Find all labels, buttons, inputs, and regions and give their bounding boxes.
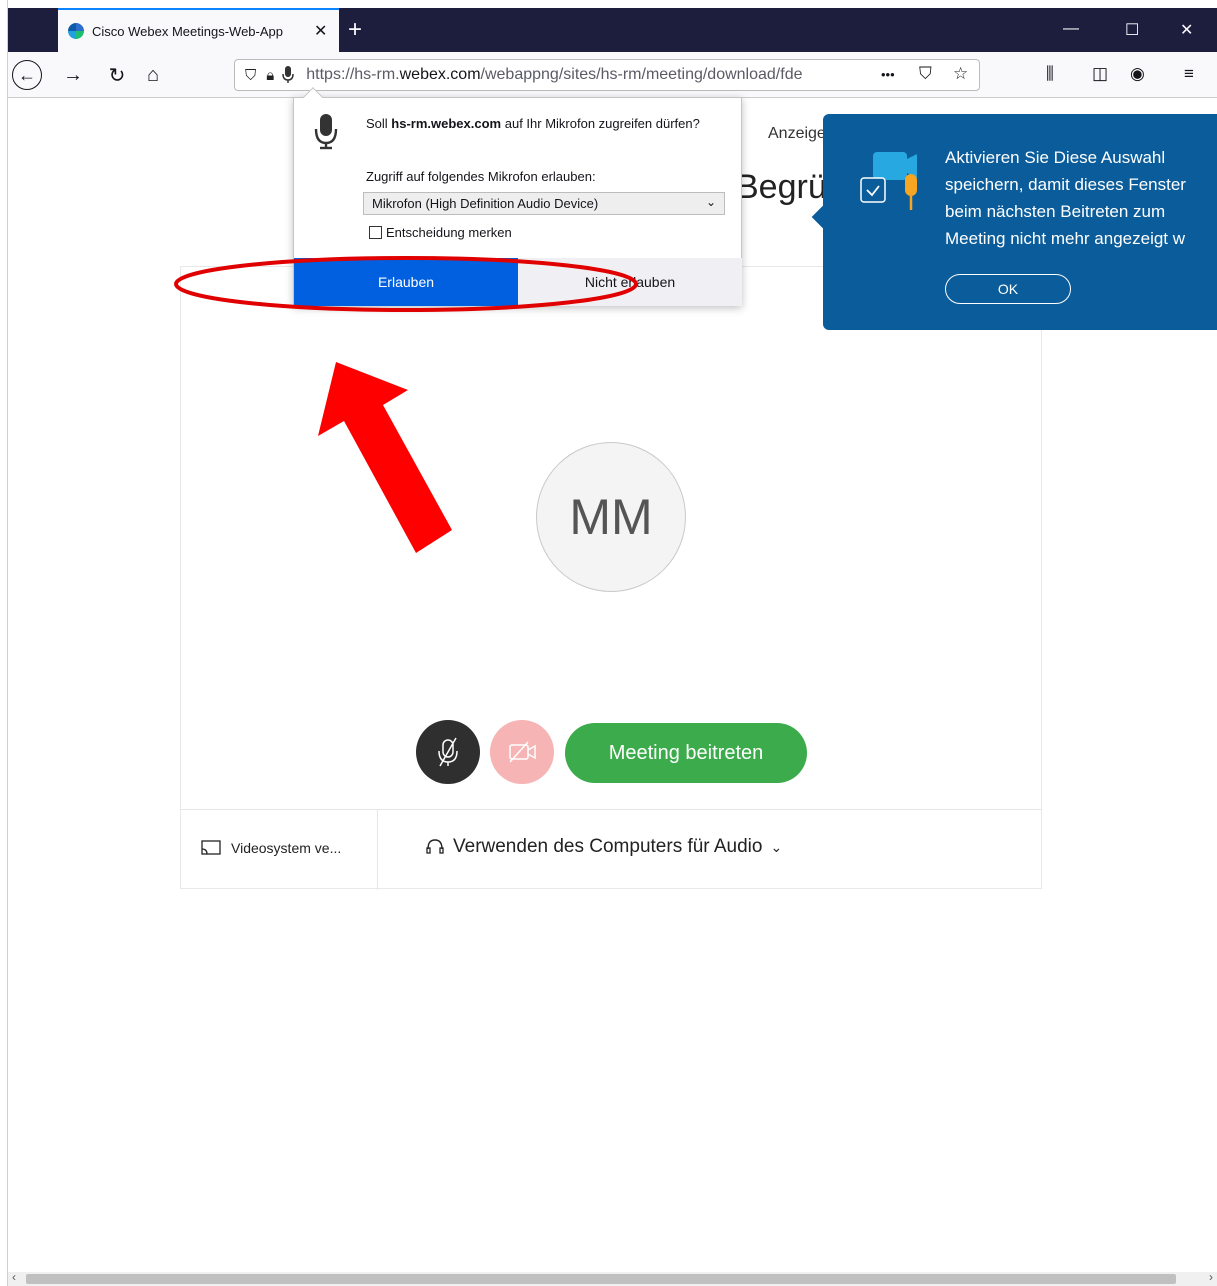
remember-choice-tip: Aktivieren Sie Diese Auswahl speichern, … xyxy=(811,114,1217,330)
tab-close-icon[interactable]: ✕ xyxy=(314,21,327,41)
library-icon[interactable]: ⫼ xyxy=(1046,64,1054,84)
footer-divider xyxy=(377,810,378,890)
bookmark-star-icon[interactable]: ☆ xyxy=(953,64,968,84)
permission-question: Soll hs-rm.webex.com auf Ihr Mikrofon zu… xyxy=(366,116,700,131)
arrow-right-icon: → xyxy=(63,63,83,86)
microphone-permission-icon[interactable] xyxy=(282,66,294,84)
remember-decision-label: Entscheidung merken xyxy=(386,225,512,240)
join-meeting-button[interactable]: Meeting beitreten xyxy=(565,723,807,783)
video-system-label: Videosystem ve... xyxy=(231,840,342,856)
deny-button[interactable]: Nicht erlauben xyxy=(518,258,742,306)
microphone-select[interactable]: Mikrofon (High Definition Audio Device) … xyxy=(363,192,725,215)
account-icon[interactable]: ◉ xyxy=(1130,64,1145,84)
shield-icon[interactable]: ⛉ xyxy=(245,67,256,84)
url-text[interactable]: https://hs-rm.webex.com/webappng/sites/h… xyxy=(306,66,854,84)
video-system-button[interactable]: Videosystem ve... xyxy=(201,840,341,856)
close-window-button[interactable]: ✕ xyxy=(1180,20,1193,40)
scroll-right-icon[interactable]: › xyxy=(1209,1270,1213,1284)
webex-favicon-icon xyxy=(68,23,84,39)
microphone-select-label: Zugriff auf folgendes Mikrofon erlauben: xyxy=(366,169,596,184)
tip-ok-button[interactable]: OK xyxy=(945,274,1071,304)
back-button[interactable]: ← xyxy=(12,60,42,90)
window-frame-left xyxy=(0,0,8,1286)
tab-bar: Cisco Webex Meetings-Web-App ✕ + — ☐ ✕ xyxy=(8,8,1217,52)
chevron-down-icon: ⌄ xyxy=(705,195,716,209)
home-button[interactable]: ⌂ xyxy=(138,60,168,90)
mute-button[interactable] xyxy=(416,720,480,784)
reload-button[interactable]: ↻ xyxy=(102,60,132,90)
meeting-preview-card: MM Meeting beitreten Videosystem ve... V… xyxy=(180,266,1042,890)
view-menu-label[interactable]: Anzeige xyxy=(768,125,826,143)
camera-off-icon xyxy=(509,741,536,763)
navigation-toolbar: ← → ↻ ⌂ ⛉ 🔒︎ https://hs-rm.webex.com/web… xyxy=(8,52,1217,98)
checkbox-box[interactable] xyxy=(369,226,382,239)
minimize-button[interactable]: — xyxy=(1063,20,1079,38)
tip-message: Aktivieren Sie Diese Auswahl speichern, … xyxy=(945,148,1186,248)
audio-option-dropdown[interactable]: Verwenden des Computers für Audio ⌄ xyxy=(425,836,782,858)
page-actions-button[interactable]: ••• xyxy=(881,67,895,82)
cast-icon xyxy=(201,840,221,855)
video-button[interactable] xyxy=(490,720,554,784)
microphone-icon xyxy=(314,114,338,150)
audio-option-label: Verwenden des Computers für Audio xyxy=(453,836,763,857)
microphone-permission-popup: Soll hs-rm.webex.com auf Ihr Mikrofon zu… xyxy=(293,87,742,306)
lock-icon[interactable]: 🔒︎ xyxy=(266,67,274,84)
page-heading: Begrü xyxy=(736,168,827,206)
camera-microphone-icon xyxy=(860,152,917,210)
horizontal-scrollbar[interactable]: ‹ › xyxy=(8,1270,1217,1286)
browser-window: Cisco Webex Meetings-Web-App ✕ + — ☐ ✕ ←… xyxy=(0,0,1217,1286)
url-bar[interactable]: ⛉ 🔒︎ https://hs-rm.webex.com/webappng/si… xyxy=(234,59,980,91)
tab-title: Cisco Webex Meetings-Web-App xyxy=(92,23,283,39)
maximize-button[interactable]: ☐ xyxy=(1125,20,1139,40)
chevron-down-icon: ⌄ xyxy=(770,838,783,855)
headset-icon xyxy=(426,839,444,854)
avatar: MM xyxy=(536,442,686,592)
forward-button[interactable]: → xyxy=(58,60,88,90)
remember-decision-checkbox[interactable]: Entscheidung merken xyxy=(369,225,512,240)
new-tab-button[interactable]: + xyxy=(348,16,362,44)
menu-icon[interactable]: ≡ xyxy=(1184,64,1194,84)
tab-webex[interactable]: Cisco Webex Meetings-Web-App ✕ xyxy=(58,8,339,52)
card-footer: Videosystem ve... Verwenden des Computer… xyxy=(181,809,1041,890)
sidebar-icon[interactable]: ◫ xyxy=(1092,64,1108,84)
arrow-left-icon: ← xyxy=(18,64,36,85)
microphone-muted-icon xyxy=(438,737,458,767)
microphone-select-value: Mikrofon (High Definition Audio Device) xyxy=(372,196,599,211)
scrollbar-thumb[interactable] xyxy=(26,1274,1176,1284)
home-icon: ⌂ xyxy=(146,63,160,86)
pocket-icon[interactable]: ⛉ xyxy=(919,64,932,84)
allow-button[interactable]: Erlauben xyxy=(294,258,518,306)
scroll-left-icon[interactable]: ‹ xyxy=(12,1270,16,1284)
reload-icon: ↻ xyxy=(108,64,126,87)
